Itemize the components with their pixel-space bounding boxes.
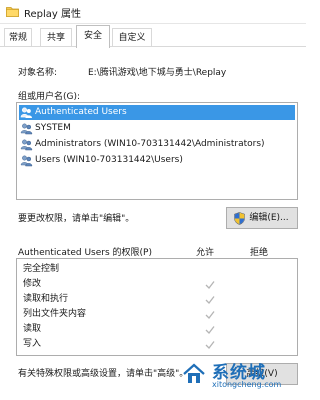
- permission-name: 完全控制: [23, 264, 60, 274]
- allow-cell: [205, 307, 217, 322]
- watermark-url: xitongcheng.com: [212, 380, 282, 389]
- list-item-system[interactable]: SYSTEM: [19, 121, 295, 136]
- allow-cell: [205, 277, 217, 292]
- permission-name: 列出文件夹内容: [23, 309, 87, 319]
- tab-security[interactable]: 安全: [76, 25, 110, 48]
- deny-cell: [257, 262, 269, 277]
- check-icon: [205, 296, 215, 304]
- list-item-administrators[interactable]: Administrators (WIN10-703131442\Administ…: [19, 137, 295, 152]
- permission-name: 修改: [23, 279, 42, 289]
- folder-icon: [6, 7, 19, 17]
- security-panel: 对象名称: E:\腾讯游戏\地下城与勇士\Replay 组或用户名(G): Au…: [0, 47, 306, 400]
- change-permissions-hint: 要更改权限，请单击"编辑"。: [18, 214, 135, 224]
- list-item-label: Users (WIN10-703131442\Users): [35, 155, 183, 165]
- deny-cell: [257, 322, 269, 337]
- allow-column-header: 允许: [196, 248, 215, 258]
- deny-cell: [257, 292, 269, 307]
- permission-row-read: 读取: [23, 322, 293, 337]
- window-title: Replay 属性: [24, 9, 82, 20]
- tab-bar: 常规 共享 安全 自定义: [0, 24, 306, 48]
- permission-row-full-control: 完全控制: [23, 262, 293, 277]
- allow-cell: [205, 322, 217, 337]
- allow-cell: [205, 262, 217, 277]
- edit-button-label: 编辑(E)...: [249, 213, 289, 223]
- list-item-label: Administrators (WIN10-703131442\Administ…: [35, 139, 265, 149]
- list-item-authenticated-users[interactable]: Authenticated Users: [19, 105, 295, 120]
- permission-row-modify: 修改: [23, 277, 293, 292]
- object-name-value: E:\腾讯游戏\地下城与勇士\Replay: [88, 68, 227, 78]
- shield-icon: [234, 212, 245, 225]
- deny-column-header: 拒绝: [250, 248, 269, 258]
- permission-row-write: 写入: [23, 337, 293, 352]
- permission-name: 读取: [23, 324, 42, 334]
- users-icon: [20, 139, 33, 151]
- permission-row-read-execute: 读取和执行: [23, 292, 293, 307]
- check-icon: [205, 341, 215, 349]
- allow-cell: [205, 292, 217, 307]
- groups-label: 组或用户名(G):: [18, 92, 81, 102]
- list-item-label: Authenticated Users: [35, 107, 127, 117]
- permission-row-list-folder: 列出文件夹内容: [23, 307, 293, 322]
- deny-cell: [257, 277, 269, 292]
- deny-cell: [257, 337, 269, 352]
- permission-name: 读取和执行: [23, 294, 69, 304]
- tab-sharing[interactable]: 共享: [40, 28, 72, 47]
- permissions-table[interactable]: 完全控制 修改 读取和执行 列出文件夹内容 读取 写入: [16, 258, 298, 356]
- deny-cell: [257, 307, 269, 322]
- edit-button[interactable]: 编辑(E)...: [226, 207, 298, 229]
- title-bar: Replay 属性: [0, 0, 306, 24]
- watermark: 系统城 xitongcheng.com: [182, 358, 302, 396]
- permissions-header: Authenticated Users 的权限(P): [18, 248, 152, 258]
- check-icon: [205, 326, 215, 334]
- tab-customize[interactable]: 自定义: [112, 28, 152, 47]
- tab-general[interactable]: 常规: [4, 28, 32, 47]
- users-icon: [20, 155, 33, 167]
- users-icon: [20, 123, 33, 135]
- check-icon: [205, 281, 215, 289]
- groups-listbox[interactable]: Authenticated Users SYSTEM Administrator…: [16, 102, 298, 200]
- permission-name: 写入: [23, 339, 42, 349]
- list-item-users[interactable]: Users (WIN10-703131442\Users): [19, 153, 295, 168]
- allow-cell: [205, 337, 217, 352]
- special-permissions-hint: 有关特殊权限或高级设置，请单击"高级"。: [18, 369, 189, 379]
- house-logo-icon: [183, 363, 205, 383]
- users-icon: [20, 107, 32, 118]
- list-item-label: SYSTEM: [35, 123, 71, 133]
- check-icon: [205, 311, 215, 319]
- object-name-label: 对象名称:: [18, 68, 58, 78]
